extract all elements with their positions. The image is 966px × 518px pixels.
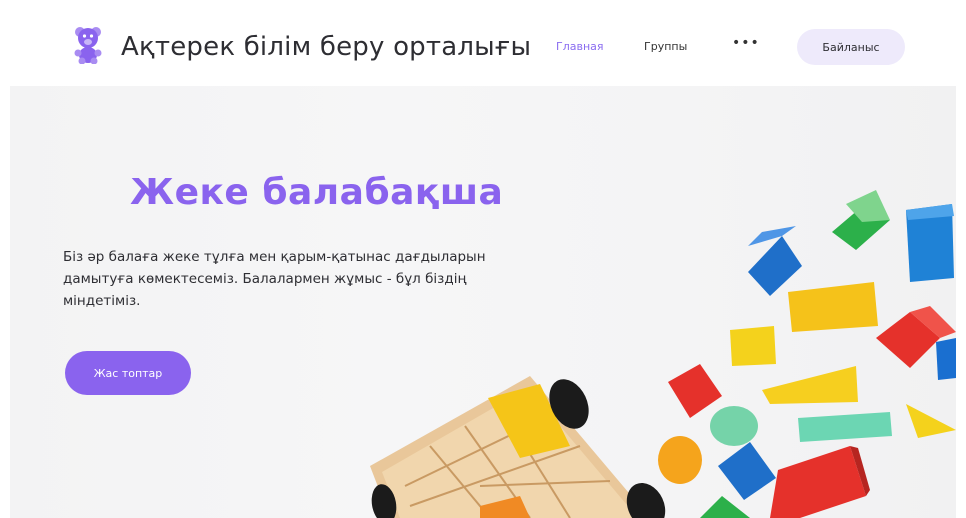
teddy-bear-icon[interactable] — [73, 24, 103, 65]
site-header: Ақтерек білім беру орталығы Главная Груп… — [10, 10, 956, 86]
age-groups-button[interactable]: Жас топтар — [65, 351, 191, 395]
hero-description: Біз әр балаға жеке тұлға мен қарым-қатын… — [63, 249, 486, 309]
page: Ақтерек білім беру орталығы Главная Груп… — [10, 10, 956, 518]
nav-item-groups[interactable]: Группы — [644, 40, 687, 53]
more-menu-icon[interactable]: ••• — [732, 35, 760, 51]
wooden-puzzle-cart — [370, 376, 666, 518]
nav-item-home[interactable]: Главная — [556, 40, 604, 53]
brand-name[interactable]: Ақтерек білім беру орталығы — [121, 32, 531, 62]
toy-blocks — [658, 190, 956, 518]
contact-button[interactable]: Байланыс — [797, 29, 905, 65]
hero-title: Жеке балабақша — [130, 172, 504, 213]
hero-section: Жеке балабақша Біз әр балаға жеке тұлға … — [10, 86, 956, 518]
